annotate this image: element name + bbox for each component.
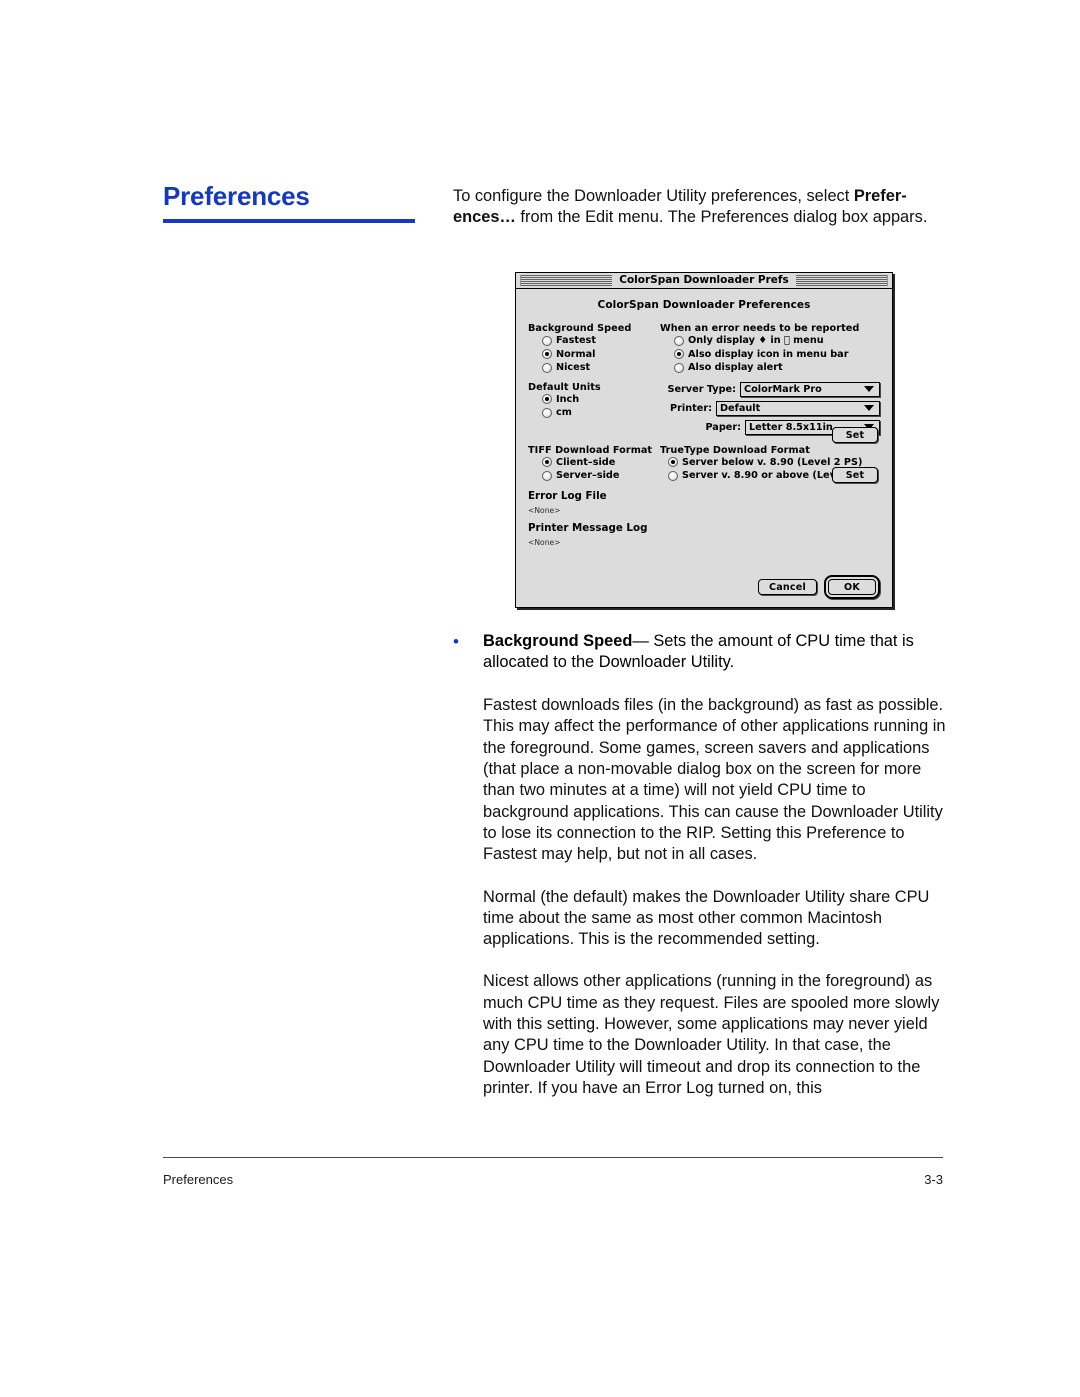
radio-icon: [674, 362, 684, 373]
radio-background-speed-nicest[interactable]: Nicest: [542, 361, 660, 375]
error-log-file-title: Error Log File: [528, 489, 607, 502]
radio-units-inch[interactable]: Inch: [542, 393, 660, 407]
radio-label: Only display ♦ in  menu: [688, 335, 824, 346]
dialog-action-buttons: Cancel OK: [757, 575, 880, 599]
paragraph-fastest: Fastest downloads files (in the backgrou…: [483, 696, 946, 864]
radio-label: Client–side: [556, 456, 616, 468]
chevron-down-icon: [864, 386, 874, 392]
colorspan-downloader-prefs-dialog: ColorSpan Downloader Prefs ColorSpan Dow…: [515, 272, 893, 608]
error-reporting-title: When an error needs to be reported: [660, 323, 860, 334]
radio-label: Fastest: [556, 335, 596, 346]
dialog-title: ColorSpan Downloader Prefs: [612, 274, 796, 287]
radio-icon-selected: [542, 457, 552, 468]
row-units-and-popups: Default Units Inch cm Server Type: Color…: [528, 381, 880, 439]
row-speed-and-errors: Background Speed Fastest Normal Nicest W…: [528, 323, 880, 375]
radio-tiff-server-side[interactable]: Server–side: [542, 469, 660, 483]
truetype-format-title: TrueType Download Format: [660, 444, 810, 456]
radio-error-display-alert[interactable]: Also display alert: [674, 361, 880, 375]
paragraph-normal: Normal (the default) makes the Downloade…: [483, 887, 930, 949]
set-printer-message-log-button[interactable]: Set: [832, 467, 878, 483]
server-type-row: Server Type: ColorMark Pro: [660, 381, 880, 397]
footer-rule: [163, 1157, 943, 1158]
radio-icon-selected: [542, 349, 552, 360]
radio-label: Inch: [556, 393, 580, 405]
printer-message-log-title: Printer Message Log: [528, 521, 648, 534]
radio-icon-selected: [668, 457, 678, 468]
cancel-button[interactable]: Cancel: [757, 579, 817, 595]
titlebar-stripes-right-icon: [786, 275, 888, 286]
radio-icon: [674, 335, 684, 346]
error-log-file-value: <None>: [528, 505, 561, 515]
titlebar-stripes-left-icon: [520, 275, 622, 286]
document-page: Preferences To configure the Downloader …: [0, 0, 1080, 1397]
background-speed-title: Background Speed: [528, 323, 632, 334]
footer-section-name: Preferences: [163, 1172, 234, 1187]
dialog-body: ColorSpan Downloader Preferences Backgro…: [516, 289, 892, 607]
radio-icon: [542, 362, 552, 373]
paragraph-nicest: Nicest allows other applications (runnin…: [483, 972, 940, 1097]
title-underline-rule: [163, 219, 415, 224]
dialog-titlebar[interactable]: ColorSpan Downloader Prefs: [516, 273, 892, 289]
row-download-formats: TIFF Download Format Client–side Server–…: [528, 445, 880, 483]
intro-tail: from the Edit menu. The Preferences dial…: [515, 208, 928, 227]
radio-error-only-display[interactable]: Only display ♦ in  menu: [674, 334, 880, 348]
set-error-log-button[interactable]: Set: [832, 427, 878, 443]
printer-row: Printer: Default: [660, 400, 880, 416]
default-units-title: Default Units: [528, 381, 601, 393]
radio-icon: [668, 470, 678, 481]
page-title: Preferences: [163, 181, 310, 211]
server-type-dropdown[interactable]: ColorMark Pro: [740, 381, 880, 397]
radio-error-icon-in-menu-bar[interactable]: Also display icon in menu bar: [674, 348, 880, 362]
intro-paragraph: To configure the Downloader Utility pref…: [453, 186, 953, 229]
bullet-item-term: Background Speed: [483, 631, 633, 650]
printer-label: Printer:: [670, 402, 712, 414]
radio-icon: [542, 335, 552, 346]
dialog-heading: ColorSpan Downloader Preferences: [597, 299, 811, 311]
background-speed-group: Background Speed Fastest Normal Nicest: [528, 323, 660, 375]
tiff-format-title: TIFF Download Format: [528, 444, 653, 456]
server-type-value: ColorMark Pro: [744, 383, 822, 395]
radio-label: Also display icon in menu bar: [688, 348, 849, 360]
radio-icon: [542, 407, 552, 418]
page-footer: Preferences 3-3: [163, 1172, 943, 1187]
error-reporting-group: When an error needs to be reported Only …: [660, 323, 880, 375]
bullet-item-background-speed: • Background Speed— Sets the amount of C…: [453, 631, 953, 674]
radio-label: Normal: [556, 348, 596, 360]
ok-button-default-ring: OK: [824, 575, 880, 599]
chevron-down-icon: [864, 405, 874, 411]
radio-units-cm[interactable]: cm: [542, 406, 660, 420]
printer-dropdown[interactable]: Default: [716, 400, 880, 416]
intro-lead: To configure the Downloader Utility pref…: [453, 187, 854, 205]
default-units-group: Default Units Inch cm: [528, 382, 660, 439]
radio-tiff-client-side[interactable]: Client–side: [542, 456, 660, 470]
radio-icon: [542, 470, 552, 481]
section-heading-block: Preferences: [163, 181, 415, 224]
radio-background-speed-fastest[interactable]: Fastest: [542, 334, 660, 348]
radio-background-speed-normal[interactable]: Normal: [542, 348, 660, 362]
ok-button[interactable]: OK: [828, 579, 876, 595]
radio-label: Nicest: [556, 362, 591, 373]
server-type-label: Server Type:: [667, 383, 736, 395]
printer-message-log-value: <None>: [528, 537, 561, 547]
radio-label: cm: [556, 407, 572, 418]
radio-icon-selected: [542, 394, 552, 405]
bullet-item-text: Background Speed— Sets the amount of CPU…: [483, 631, 953, 674]
printer-value: Default: [720, 402, 761, 414]
radio-label: Server–side: [556, 470, 620, 481]
footer-page-number: 3-3: [924, 1172, 943, 1187]
radio-icon-selected: [674, 349, 684, 360]
radio-label: Also display alert: [688, 362, 783, 373]
tiff-download-format-group: TIFF Download Format Client–side Server–…: [528, 445, 660, 483]
bullet-marker-icon: •: [453, 631, 459, 651]
paper-label: Paper:: [705, 421, 741, 433]
